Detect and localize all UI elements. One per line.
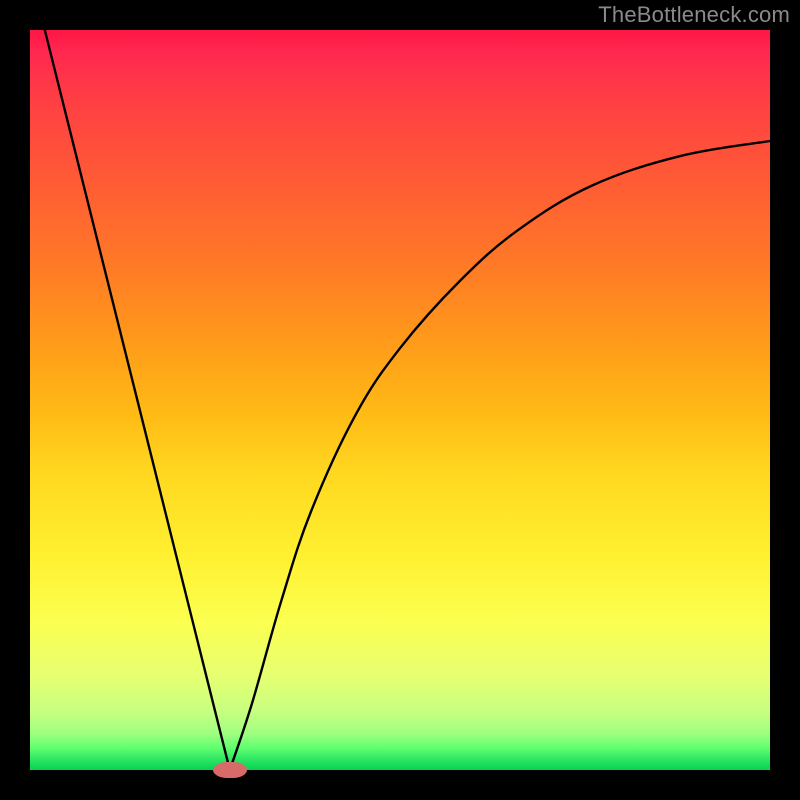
line-left-branch <box>45 30 230 770</box>
vertex-marker <box>213 762 247 778</box>
line-right-branch <box>230 141 770 770</box>
curve-layer <box>30 30 770 770</box>
watermark-text: TheBottleneck.com <box>598 2 790 28</box>
chart-container: TheBottleneck.com <box>0 0 800 800</box>
